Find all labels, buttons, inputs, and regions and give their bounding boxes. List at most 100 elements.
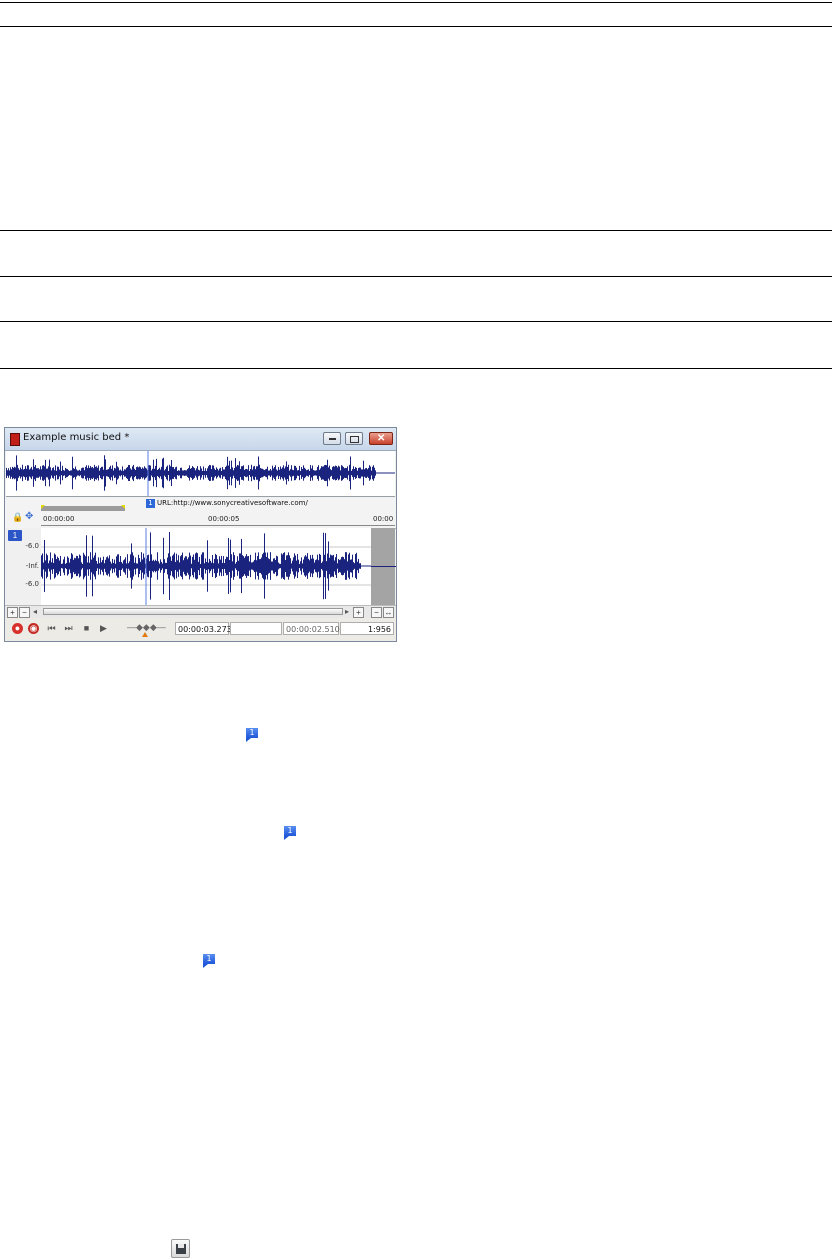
waveform-sample (74, 468, 75, 478)
waveform-display[interactable] (41, 528, 371, 605)
waveform-sample (290, 469, 291, 477)
waveform-sample (277, 470, 278, 476)
waveform-sample (238, 560, 239, 572)
waveform-sample (366, 468, 367, 478)
waveform-sample (293, 557, 294, 575)
loop-record-icon[interactable]: ◉ (28, 623, 39, 634)
selection-length-field[interactable]: 00:00:02.510 (283, 622, 340, 635)
waveform-sample (224, 469, 225, 477)
waveform-sample (302, 563, 303, 569)
waveform-sample (117, 554, 118, 578)
stop-icon[interactable]: ■ (81, 623, 92, 634)
waveform-sample (186, 556, 187, 576)
zoom-in-time-button[interactable]: + (353, 607, 364, 618)
waveform-sample (100, 468, 101, 478)
waveform-sample (279, 469, 280, 477)
waveform-sample (101, 466, 102, 480)
selection-start-field[interactable] (230, 622, 282, 635)
waveform-sample (324, 465, 325, 481)
close-button[interactable]: ✕ (369, 432, 393, 445)
waveform-sample (210, 560, 211, 572)
waveform-sample (323, 532, 324, 600)
waveform-sample (128, 465, 129, 481)
waveform-sample (254, 465, 255, 481)
maximize-button[interactable] (345, 432, 363, 445)
waveform-sample (203, 552, 204, 580)
zoom-ratio-field[interactable]: 1:956 (340, 622, 394, 635)
waveform-sample (78, 470, 79, 476)
waveform-sample (167, 557, 168, 575)
zoom-out-level-button[interactable]: − (19, 607, 30, 618)
waveform-sample (34, 466, 35, 480)
waveform-sample (69, 470, 70, 476)
waveform-sample (187, 469, 188, 477)
waveform-sample (19, 469, 20, 477)
waveform-sample (136, 467, 137, 479)
waveform-sample (204, 563, 205, 569)
waveform-sample (107, 556, 108, 576)
waveform-sample (214, 558, 215, 574)
waveform-sample (326, 561, 327, 571)
go-to-end-icon[interactable]: ⏭ (63, 623, 74, 634)
zoom-out-time-button[interactable]: − (371, 607, 382, 618)
waveform-sample (256, 560, 257, 572)
waveform-sample (91, 467, 92, 479)
waveform-sample (317, 554, 318, 578)
waveform-sample (118, 554, 119, 578)
zoom-in-level-button[interactable]: + (7, 607, 18, 618)
waveform-sample (250, 469, 251, 477)
time-ruler[interactable]: 🔒 ✥ 1 URL:http://www.sonycreativesoftwar… (5, 498, 396, 529)
waveform-sample (298, 469, 299, 477)
waveform-sample (76, 555, 77, 577)
waveform-sample (54, 553, 55, 579)
waveform-sample (330, 469, 331, 477)
channel-number-badge[interactable]: 1 (8, 530, 22, 541)
overview-bar[interactable] (6, 451, 395, 497)
scroll-thumb[interactable] (43, 608, 343, 615)
waveform-sample (72, 456, 73, 490)
horizontal-scrollbar[interactable]: + − ◂ ▸ + − ↔ (5, 605, 396, 618)
waveform-sample (268, 470, 269, 476)
waveform-sample (51, 470, 52, 476)
waveform-sample (125, 557, 126, 575)
go-to-start-icon[interactable]: ⏮ (46, 623, 57, 634)
waveform-sample (332, 555, 333, 577)
waveform-sample (311, 558, 312, 574)
waveform-sample (224, 563, 225, 569)
record-icon[interactable]: ● (12, 623, 23, 634)
waveform-sample (7, 470, 8, 476)
play-icon[interactable]: ▶ (98, 623, 109, 634)
waveform-sample (108, 558, 109, 574)
waveform-sample (282, 467, 283, 479)
waveform-sample (308, 469, 309, 477)
marker-flag[interactable]: 1 (146, 499, 155, 508)
waveform-sample (356, 552, 357, 580)
minimize-button[interactable] (323, 432, 341, 445)
waveform-sample (32, 469, 33, 477)
lock-icon[interactable]: 🔒 (12, 512, 23, 523)
snap-icon[interactable]: ✥ (25, 511, 33, 522)
zoom-fit-icon[interactable]: ↔ (383, 607, 394, 618)
waveform-sample (144, 557, 145, 575)
waveform-sample (353, 466, 354, 480)
waveform-sample (109, 467, 110, 479)
waveform-sample (117, 466, 118, 480)
waveform-sample (105, 559, 106, 573)
cursor-position-field[interactable]: 00:00:03.273 (175, 622, 232, 635)
waveform-sample (309, 560, 310, 572)
waveform-sample (60, 461, 61, 485)
waveform-sample (328, 541, 329, 591)
waveform-sample (310, 465, 311, 481)
loop-bar[interactable] (41, 506, 125, 511)
waveform-sample (164, 470, 165, 476)
scroll-right-icon[interactable]: ▸ (345, 607, 349, 616)
waveform-sample (188, 557, 189, 575)
loop-start-handle[interactable] (41, 505, 45, 509)
waveform-sample (347, 561, 348, 571)
waveform-sample (80, 470, 81, 476)
waveform-sample (54, 470, 55, 476)
scroll-left-icon[interactable]: ◂ (33, 607, 37, 616)
waveform-sample (145, 467, 146, 479)
shuttle-pointer-icon[interactable] (142, 632, 148, 637)
loop-end-handle[interactable] (121, 505, 125, 509)
